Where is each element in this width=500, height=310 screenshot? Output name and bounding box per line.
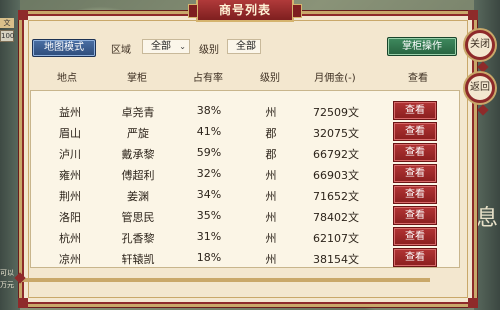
cell-manager: 孔香黎: [121, 232, 155, 245]
cell-share: 38%: [196, 104, 222, 117]
cell-commission: 38154文: [313, 253, 359, 266]
cell-commission: 72509文: [313, 106, 359, 119]
cell-manager: 严旋: [127, 127, 149, 140]
cell-level: 州: [265, 211, 277, 224]
cell-level: 州: [265, 253, 277, 266]
back-button[interactable]: 返回: [465, 73, 495, 103]
panel-bottom-ornament: [20, 278, 430, 282]
cell-level: 州: [265, 106, 277, 119]
table-row: 杭州 孔香黎 31% 州 62107文 查看: [31, 226, 459, 247]
column-header-level: 级别: [260, 73, 280, 84]
cell-share: 41%: [196, 125, 222, 138]
cell-place: 眉山: [59, 127, 81, 140]
column-header-manager: 掌柜: [127, 73, 147, 84]
cell-commission: 62107文: [313, 232, 359, 245]
shop-table[interactable]: 益州 卓尧青 38% 州 72509文 查看 眉山 严旋 41% 郡 32075…: [30, 90, 460, 268]
view-button[interactable]: 查看: [393, 248, 437, 267]
cell-level: 郡: [265, 127, 277, 140]
cell-place: 泸川: [59, 148, 81, 161]
hud-text-2: 万元: [0, 281, 14, 289]
cell-place: 雍州: [59, 169, 81, 182]
column-header-place: 地点: [57, 73, 77, 84]
region-select-value: 全部: [151, 41, 171, 52]
cell-manager: 管思民: [121, 211, 155, 224]
cell-place: 凉州: [59, 253, 81, 266]
cell-level: 州: [265, 190, 277, 203]
hud-big-character: 息: [475, 206, 498, 231]
view-button[interactable]: 查看: [393, 122, 437, 141]
cell-manager: 卓尧青: [121, 106, 155, 119]
cell-place: 杭州: [59, 232, 81, 245]
column-header-view: 查看: [408, 73, 428, 84]
cell-commission: 71652文: [313, 190, 359, 203]
map-mode-button[interactable]: 地图模式: [32, 39, 96, 57]
cell-manager: 傅超利: [121, 169, 155, 182]
chevron-down-icon: ⌄: [179, 42, 186, 51]
cell-commission: 32075文: [313, 127, 359, 140]
table-row: 眉山 严旋 41% 郡 32075文 查看: [31, 121, 459, 142]
table-row: 益州 卓尧青 38% 州 72509文 查看: [31, 100, 459, 121]
cell-share: 18%: [196, 251, 222, 264]
hud-tag-currency: 文: [0, 18, 14, 28]
frame-corner: [18, 298, 28, 308]
column-header-share: 占有率: [193, 73, 223, 84]
region-select[interactable]: 全部 ⌄: [142, 39, 190, 54]
table-row: 洛阳 管思民 35% 州 78402文 查看: [31, 205, 459, 226]
table-row: 荆州 姜渊 34% 州 71652文 查看: [31, 184, 459, 205]
cell-manager: 姜渊: [127, 190, 149, 203]
view-button[interactable]: 查看: [393, 143, 437, 162]
column-header-commission: 月佣金(-): [314, 73, 356, 84]
hud-text-1: 可以: [0, 269, 14, 277]
region-label: 区域: [111, 45, 131, 56]
frame-corner: [468, 10, 478, 20]
cell-share: 31%: [196, 230, 222, 243]
view-button[interactable]: 查看: [393, 227, 437, 246]
manager-operations-button[interactable]: 掌柜操作: [387, 37, 457, 56]
cell-place: 荆州: [59, 190, 81, 203]
hud-tag-value: 100: [0, 30, 15, 42]
cell-share: 34%: [196, 188, 222, 201]
close-button[interactable]: 关闭: [465, 30, 495, 60]
cell-share: 35%: [196, 209, 222, 222]
cell-manager: 轩辕凯: [121, 253, 155, 266]
table-row: 雍州 傅超利 32% 州 66903文 查看: [31, 163, 459, 184]
cell-commission: 66903文: [313, 169, 359, 182]
cell-manager: 戴承黎: [121, 148, 155, 161]
cell-level: 州: [265, 169, 277, 182]
cell-place: 益州: [59, 106, 81, 119]
view-button[interactable]: 查看: [393, 206, 437, 225]
panel-title: 商号列表: [188, 0, 302, 22]
view-button[interactable]: 查看: [393, 101, 437, 120]
cell-place: 洛阳: [59, 211, 81, 224]
level-select[interactable]: 全部 ⌄: [227, 39, 261, 54]
left-hud-strip: 文 100 可以 万元: [0, 0, 20, 310]
view-button[interactable]: 查看: [393, 164, 437, 183]
cell-level: 郡: [265, 148, 277, 161]
table-row: 凉州 轩辕凯 18% 州 38154文 查看: [31, 247, 459, 267]
cell-commission: 78402文: [313, 211, 359, 224]
cell-commission: 66792文: [313, 148, 359, 161]
chevron-down-icon: ⌄: [250, 42, 257, 51]
view-button[interactable]: 查看: [393, 185, 437, 204]
cell-level: 州: [265, 232, 277, 245]
cell-share: 32%: [196, 167, 222, 180]
frame-corner: [468, 298, 478, 308]
frame-corner: [18, 10, 28, 20]
level-label: 级别: [199, 45, 219, 56]
table-row: 泸川 戴承黎 59% 郡 66792文 查看: [31, 142, 459, 163]
cell-share: 59%: [196, 146, 222, 159]
